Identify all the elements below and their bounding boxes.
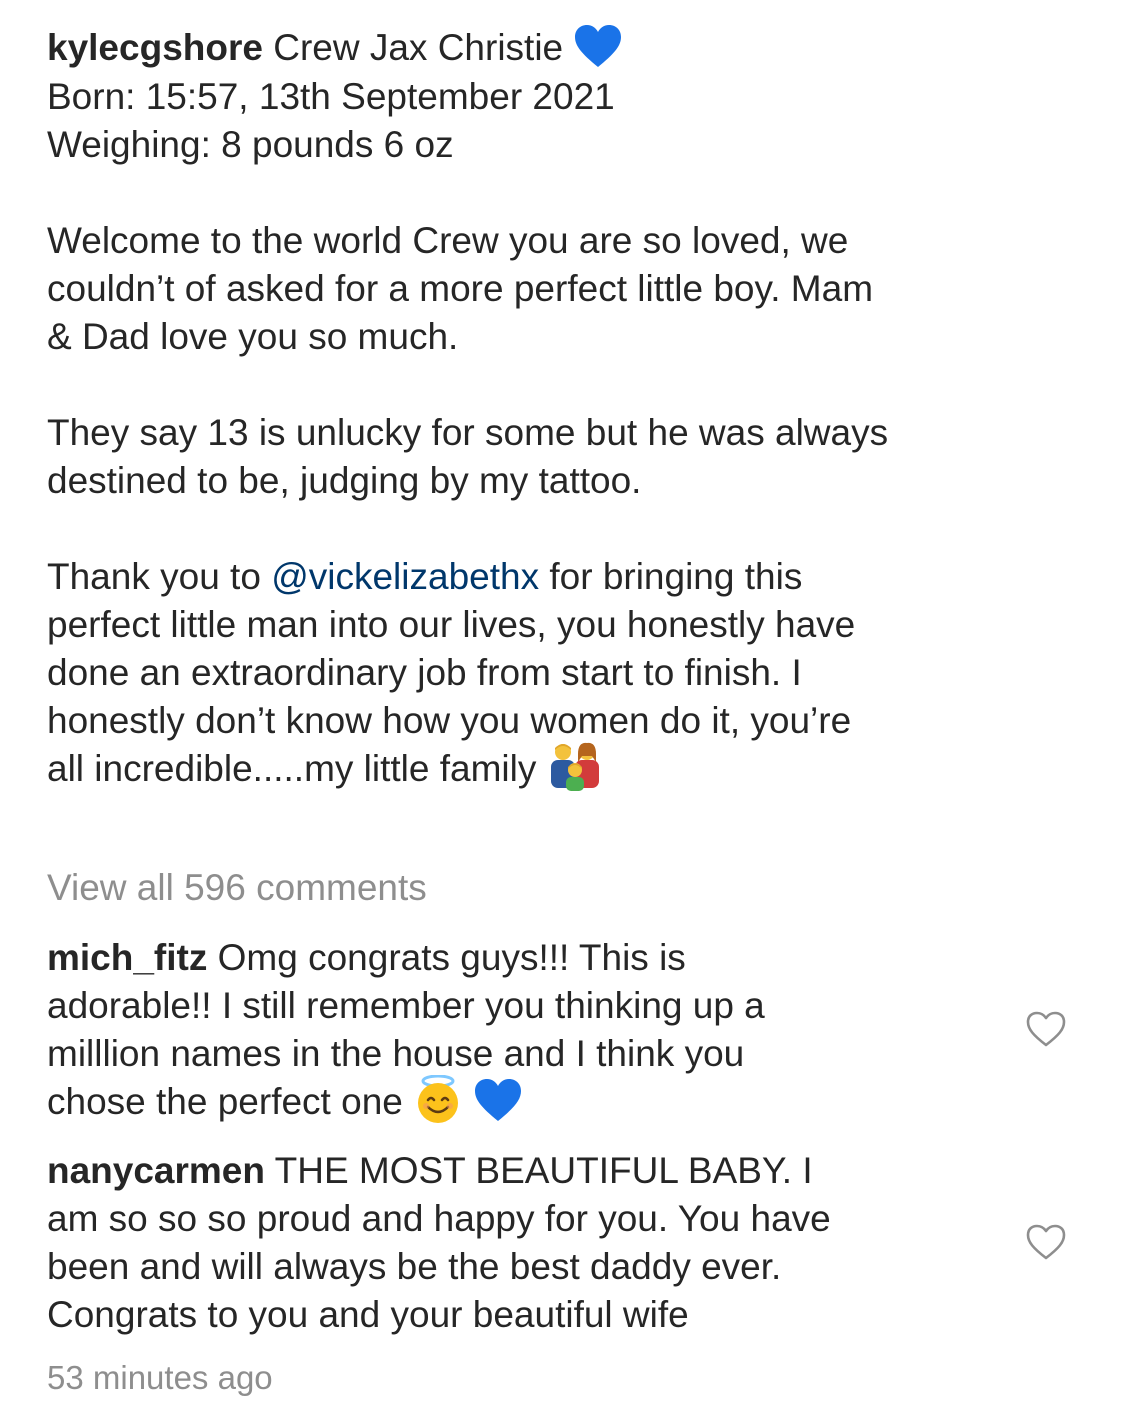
caption-paragraph-3: They say 13 is unlucky for some but he w… [47,409,1087,505]
post-author-username[interactable]: kylecgshore [47,27,263,68]
caption-text: Weighing: 8 pounds 6 oz [47,124,454,166]
caption-text: destined to be, judging by my tattoo. [47,460,642,502]
caption-paragraph-1: kylecgshore Crew Jax Christie Born: 15:5… [47,24,1087,169]
blue-heart-icon [473,1077,523,1123]
view-all-comments-link[interactable]: View all 596 comments [47,864,427,912]
comment-text: Omg congrats guys!!! This is [217,937,686,978]
caption-text: honestly don’t know how you women do it,… [47,700,852,742]
comment-item: nanycarmen THE MOST BEAUTIFUL BABY. I am… [47,1147,1037,1339]
smiling-face-with-halo-icon [413,1075,463,1125]
comment-text: THE MOST BEAUTIFUL BABY. I [274,1150,813,1191]
like-comment-heart-icon[interactable] [1025,1010,1067,1048]
comment-username[interactable]: nanycarmen [47,1150,265,1191]
comment-text: am so so so proud and happy for you. You… [47,1198,831,1239]
caption-text: couldn’t of asked for a more perfect lit… [47,268,874,310]
caption-text: for bringing this [539,556,803,598]
caption-text: perfect little man into our lives, you h… [47,604,856,646]
comment-text: chose the perfect one [47,1081,403,1122]
caption-paragraph-2: Welcome to the world Crew you are so lov… [47,217,1087,361]
comment-text: adorable!! I still remember you thinking… [47,985,765,1026]
blue-heart-icon [573,23,623,69]
post-timestamp: 53 minutes ago [47,1359,273,1396]
comment-text: milllion names in the house and I think … [47,1033,745,1074]
post-caption: kylecgshore Crew Jax Christie Born: 15:5… [47,24,1087,796]
mention-link[interactable]: @vickelizabethx [271,556,539,597]
caption-text: Born: 15:57, 13th September 2021 [47,76,615,118]
caption-text: They say 13 is unlucky for some but he w… [47,412,889,454]
comment-text: been and will always be the best daddy e… [47,1246,782,1287]
like-comment-heart-icon[interactable] [1025,1223,1067,1261]
comment-username[interactable]: mich_fitz [47,937,207,978]
caption-text: & Dad love you so much. [47,316,459,358]
caption-text: all incredible.....my little family [47,748,537,790]
comment-text: Congrats to you and your beautiful wife [47,1294,689,1335]
caption-text: Crew Jax Christie [273,27,564,68]
caption-paragraph-4: Thank you to @vickelizabethx for bringin… [47,553,1087,796]
caption-text: done an extraordinary job from start to … [47,652,802,694]
comment-item: mich_fitz Omg congrats guys!!! This is a… [47,934,1037,1129]
caption-text: Welcome to the world Crew you are so lov… [47,220,849,262]
family-man-woman-boy-icon [547,742,603,792]
instagram-post-comments: kylecgshore Crew Jax Christie Born: 15:5… [0,0,1125,1412]
caption-text: Thank you to [47,556,272,598]
